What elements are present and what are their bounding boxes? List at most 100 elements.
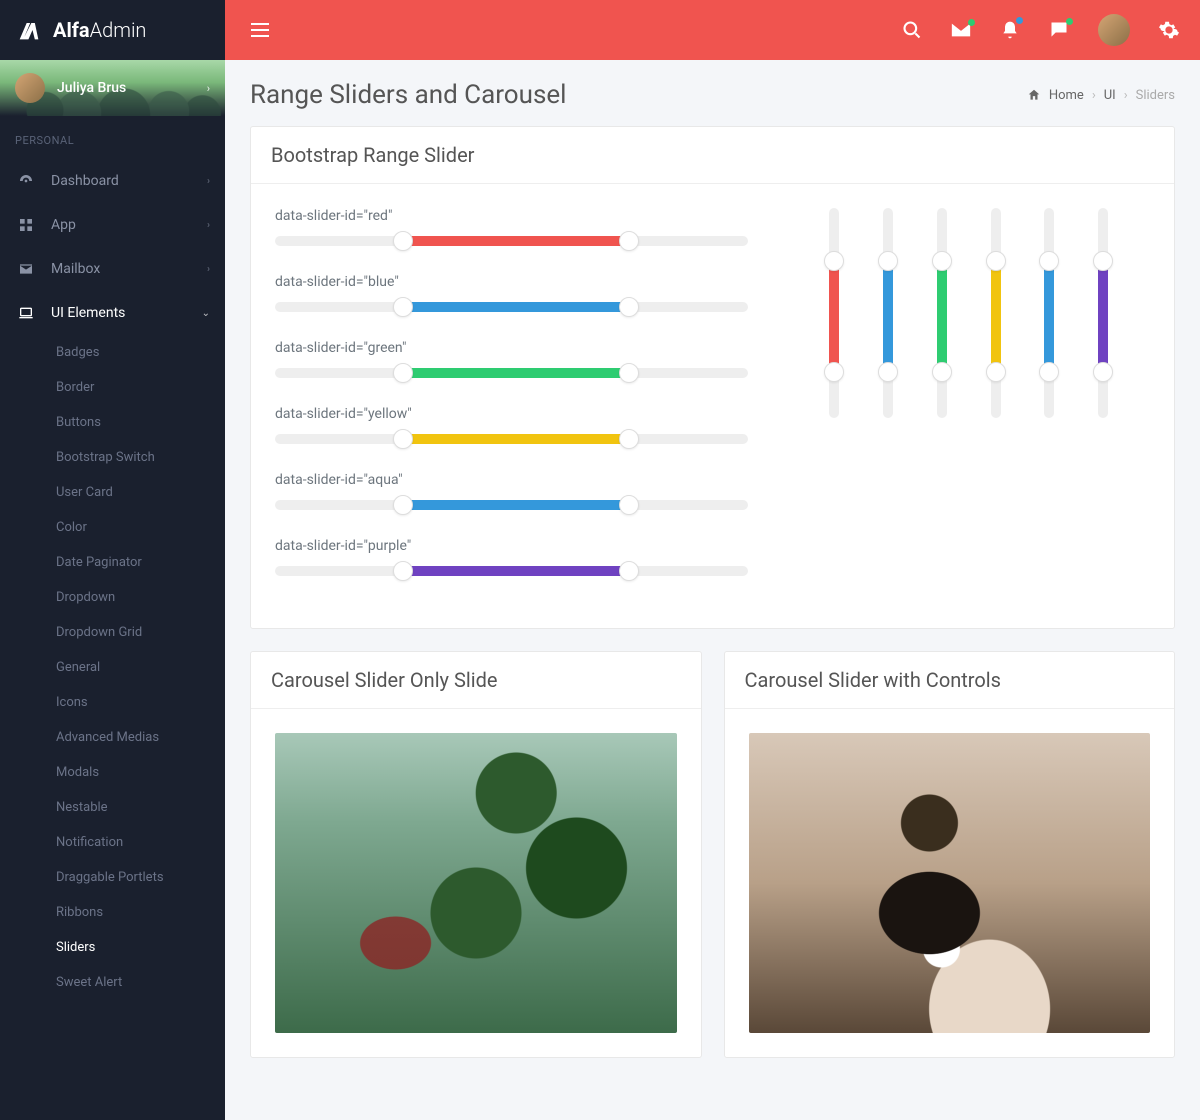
slider-fill — [1098, 261, 1108, 372]
slider-handle-high[interactable] — [1039, 362, 1059, 382]
vertical-slider-5[interactable] — [1044, 208, 1054, 418]
submenu-draggable-portlets[interactable]: Draggable Portlets — [0, 860, 225, 895]
slider-label-yellow: data-slider-id="yellow" — [275, 406, 748, 422]
slider-fill — [991, 261, 1001, 372]
submenu-bootstrap-switch[interactable]: Bootstrap Switch — [0, 440, 225, 475]
chevron-right-icon: › — [207, 82, 210, 95]
card-carousel-with-controls: Carousel Slider with Controls — [724, 651, 1176, 1058]
sidebar-item-mailbox[interactable]: Mailbox › — [0, 247, 225, 291]
slider-purple[interactable] — [275, 566, 748, 576]
submenu-border[interactable]: Border — [0, 370, 225, 405]
slider-handle-low[interactable] — [986, 251, 1006, 271]
slider-handle-low[interactable] — [1093, 251, 1113, 271]
search-button[interactable] — [902, 20, 922, 40]
slider-handle-low[interactable] — [393, 495, 413, 515]
slider-aqua[interactable] — [275, 500, 748, 510]
settings-button[interactable] — [1158, 19, 1180, 41]
slider-handle-low[interactable] — [878, 251, 898, 271]
slider-handle-low[interactable] — [393, 429, 413, 449]
slider-label-purple: data-slider-id="purple" — [275, 538, 748, 554]
card-title: Carousel Slider Only Slide — [251, 652, 701, 709]
submenu-modals[interactable]: Modals — [0, 755, 225, 790]
submenu-notification[interactable]: Notification — [0, 825, 225, 860]
submenu-badges[interactable]: Badges — [0, 335, 225, 370]
submenu-dropdown-grid[interactable]: Dropdown Grid — [0, 615, 225, 650]
breadcrumb-home[interactable]: Home — [1049, 88, 1084, 103]
bell-button[interactable] — [1000, 19, 1020, 41]
slider-handle-high[interactable] — [619, 561, 639, 581]
slider-handle-high[interactable] — [878, 362, 898, 382]
submenu-date-paginator[interactable]: Date Paginator — [0, 545, 225, 580]
slider-fill — [403, 434, 630, 444]
submenu-buttons[interactable]: Buttons — [0, 405, 225, 440]
menu-label: App — [51, 217, 207, 233]
slider-handle-high[interactable] — [619, 363, 639, 383]
brand-logo[interactable]: AlfaAdmin — [0, 0, 225, 60]
chat-button[interactable] — [1048, 20, 1070, 40]
slider-fill — [403, 302, 630, 312]
slider-handle-high[interactable] — [1093, 362, 1113, 382]
carousel-image[interactable] — [275, 733, 677, 1033]
slider-blue[interactable] — [275, 302, 748, 312]
menu-label: Mailbox — [51, 261, 207, 277]
vertical-slider-2[interactable] — [883, 208, 893, 418]
user-avatar — [15, 73, 45, 103]
slider-handle-high[interactable] — [932, 362, 952, 382]
sidebar: AlfaAdmin Juliya Brus › PERSONAL Dashboa… — [0, 0, 225, 1120]
slider-fill — [1044, 261, 1054, 372]
slider-red[interactable] — [275, 236, 748, 246]
vertical-slider-3[interactable] — [937, 208, 947, 418]
vertical-slider-4[interactable] — [991, 208, 1001, 418]
slider-handle-low[interactable] — [393, 297, 413, 317]
user-menu-avatar[interactable] — [1098, 14, 1130, 46]
laptop-icon — [15, 305, 37, 321]
slider-fill — [883, 261, 893, 372]
slider-handle-high[interactable] — [619, 495, 639, 515]
slider-green[interactable] — [275, 368, 748, 378]
sidebar-item-app[interactable]: App › — [0, 203, 225, 247]
slider-handle-high[interactable] — [619, 429, 639, 449]
submenu-sliders[interactable]: Sliders — [0, 930, 225, 965]
menu-toggle-button[interactable] — [245, 17, 275, 43]
breadcrumb-sep: › — [1092, 88, 1096, 103]
sidebar-item-dashboard[interactable]: Dashboard › — [0, 159, 225, 203]
chevron-right-icon: › — [207, 264, 210, 275]
slider-handle-high[interactable] — [986, 362, 1006, 382]
submenu-user-card[interactable]: User Card — [0, 475, 225, 510]
vertical-slider-6[interactable] — [1098, 208, 1108, 418]
submenu-ribbons[interactable]: Ribbons — [0, 895, 225, 930]
vertical-slider-1[interactable] — [829, 208, 839, 418]
slider-handle-low[interactable] — [1039, 251, 1059, 271]
slider-handle-high[interactable] — [619, 231, 639, 251]
slider-handle-high[interactable] — [824, 362, 844, 382]
submenu-sweet-alert[interactable]: Sweet Alert — [0, 965, 225, 1000]
slider-handle-low[interactable] — [824, 251, 844, 271]
mail-icon — [15, 261, 37, 277]
breadcrumb-ui[interactable]: UI — [1104, 88, 1116, 103]
slider-handle-low[interactable] — [393, 363, 413, 383]
slider-handle-low[interactable] — [393, 561, 413, 581]
slider-fill — [829, 261, 839, 372]
grid-icon — [15, 217, 37, 233]
user-panel[interactable]: Juliya Brus › — [0, 60, 225, 116]
submenu-color[interactable]: Color — [0, 510, 225, 545]
submenu-general[interactable]: General — [0, 650, 225, 685]
slider-handle-low[interactable] — [932, 251, 952, 271]
badge-dot — [1066, 18, 1073, 25]
badge-dot — [968, 19, 975, 26]
sidebar-item-ui-elements[interactable]: UI Elements ⌄ — [0, 291, 225, 335]
submenu-nestable[interactable]: Nestable — [0, 790, 225, 825]
slider-yellow[interactable] — [275, 434, 748, 444]
carousel-image[interactable] — [749, 733, 1151, 1033]
submenu-icons[interactable]: Icons — [0, 685, 225, 720]
topbar — [225, 0, 1200, 60]
submenu-advanced-medias[interactable]: Advanced Medias — [0, 720, 225, 755]
home-icon — [1027, 88, 1041, 102]
submenu-dropdown[interactable]: Dropdown — [0, 580, 225, 615]
slider-handle-low[interactable] — [393, 231, 413, 251]
slider-handle-high[interactable] — [619, 297, 639, 317]
menu-label: Dashboard — [51, 173, 207, 189]
slider-label-aqua: data-slider-id="aqua" — [275, 472, 748, 488]
slider-fill — [403, 236, 630, 246]
mail-button[interactable] — [950, 21, 972, 39]
